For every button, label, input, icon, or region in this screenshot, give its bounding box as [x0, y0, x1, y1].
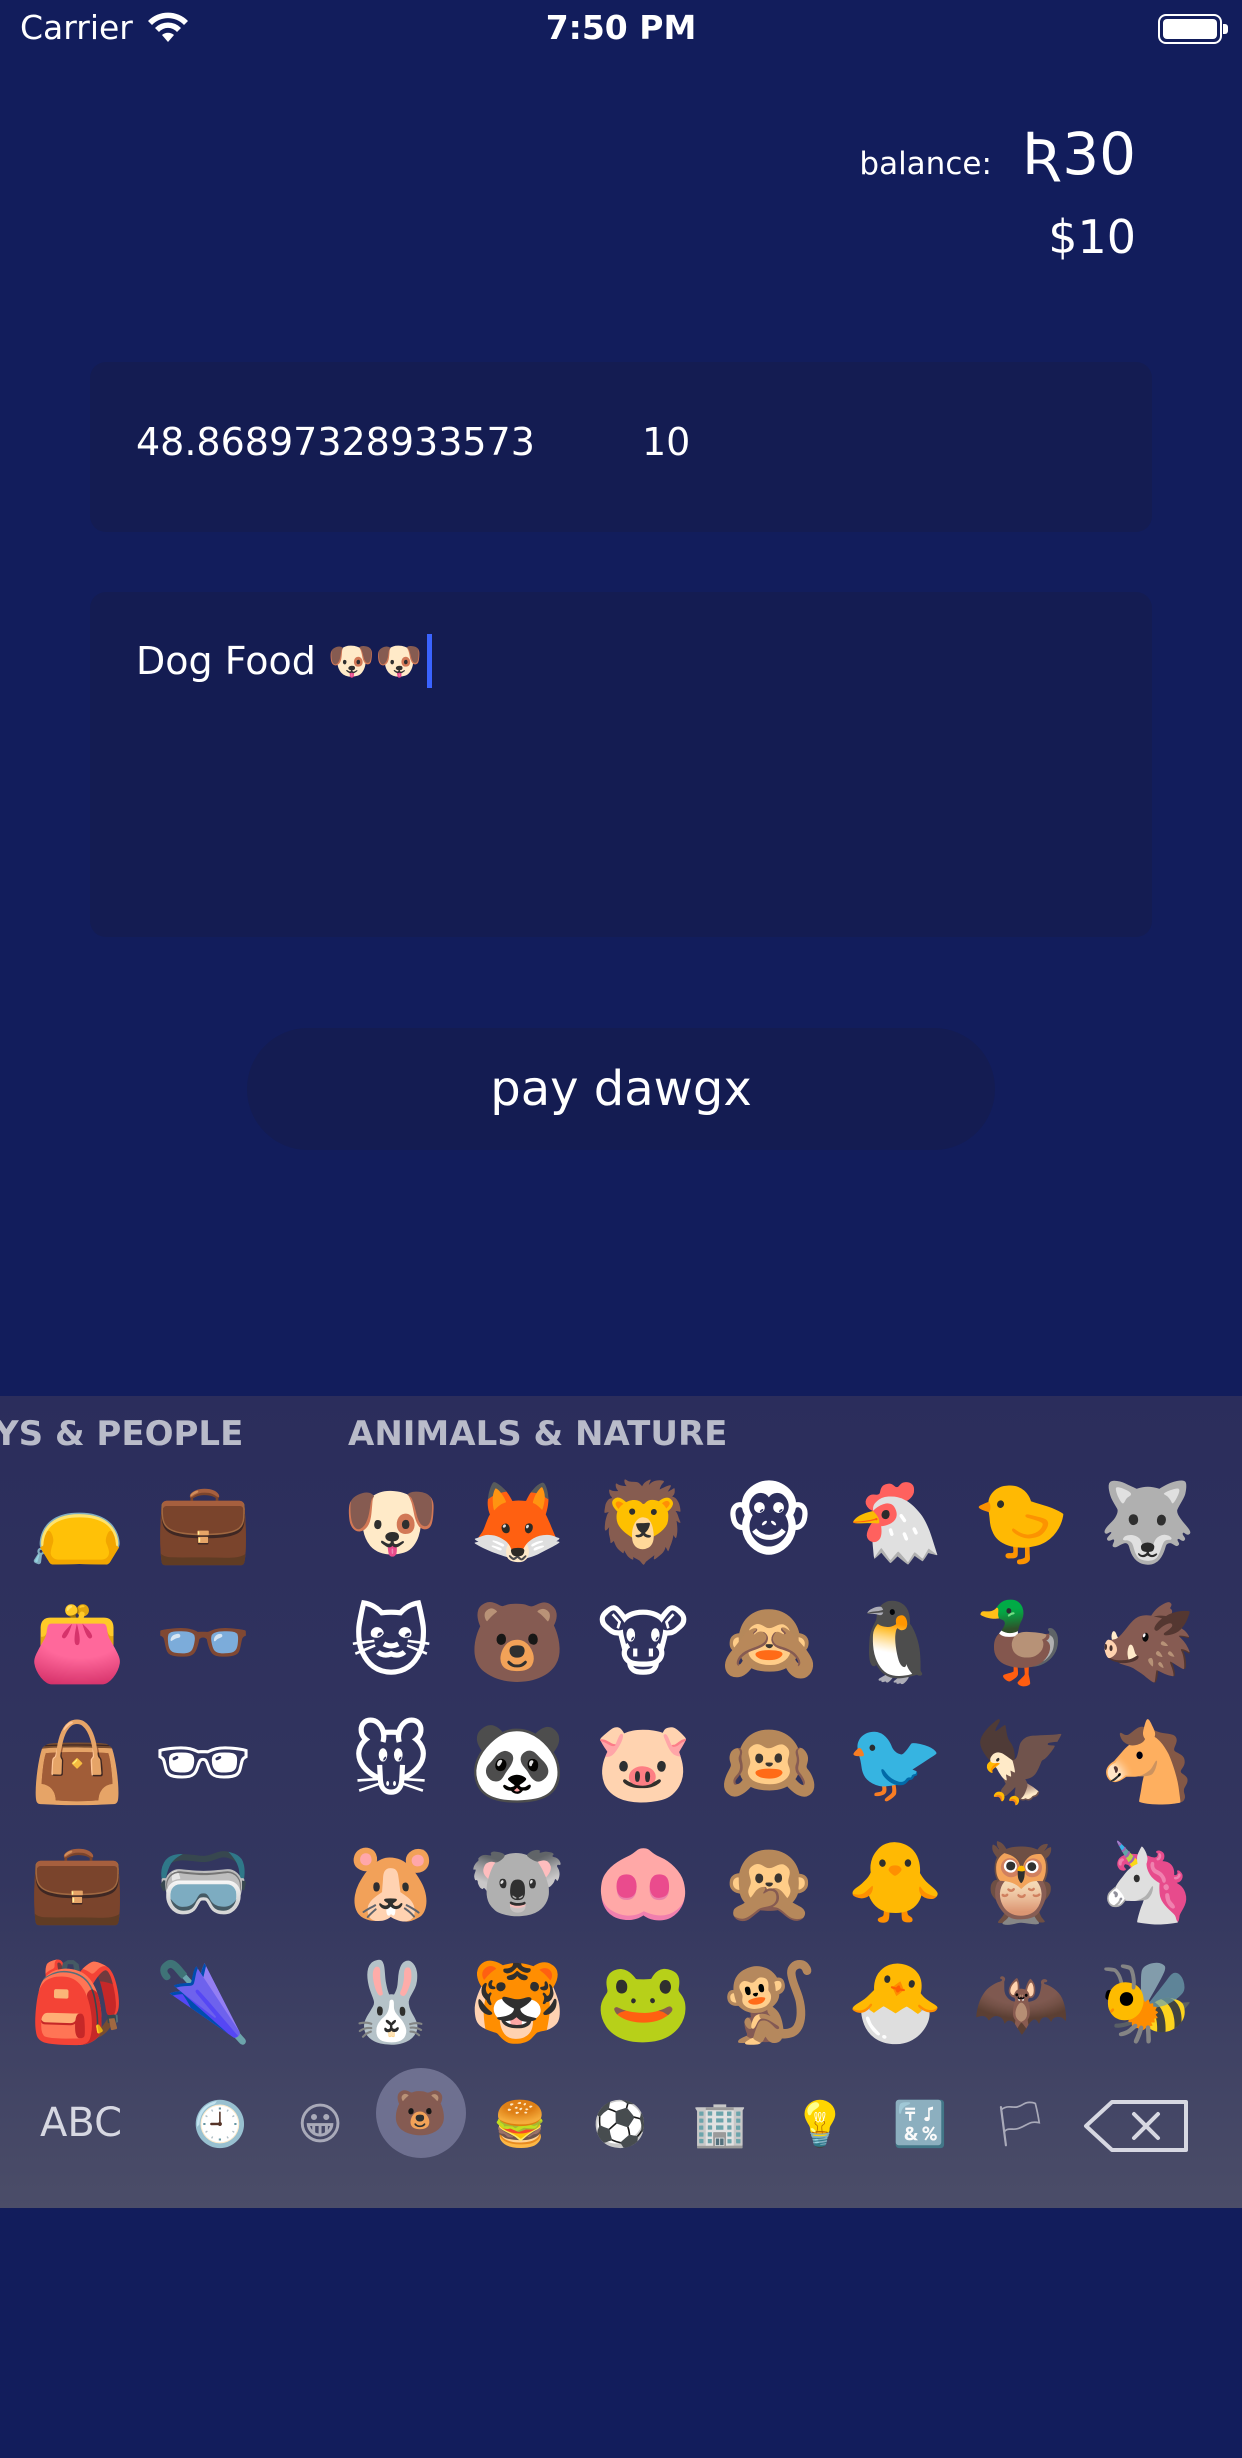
emoji-key[interactable]: 🐦	[840, 1708, 950, 1818]
battery-icon	[1158, 14, 1228, 44]
emoji-key[interactable]: 🐭	[336, 1708, 446, 1818]
emoji-key[interactable]: 💼	[22, 1828, 132, 1938]
emoji-key[interactable]: 🐥	[840, 1828, 950, 1938]
emoji-key[interactable]: 🦄	[1092, 1828, 1202, 1938]
emoji-key[interactable]: 🌂	[148, 1948, 258, 2058]
objects-icon[interactable]: 💡	[780, 2084, 860, 2164]
emoji-key[interactable]: 🙉	[714, 1708, 824, 1818]
status-time: 7:50 PM	[545, 8, 697, 47]
emoji-key[interactable]: 🐔	[840, 1468, 950, 1578]
emoji-key[interactable]: 🦅	[966, 1708, 1076, 1818]
emoji-key[interactable]: 🐽	[588, 1828, 698, 1938]
emoji-key[interactable]: 🐰	[336, 1948, 446, 2058]
emoji-key[interactable]: 🦆	[966, 1588, 1076, 1698]
emoji-key[interactable]: 🦉	[966, 1828, 1076, 1938]
emoji-key[interactable]: 🦊	[462, 1468, 572, 1578]
emoji-key[interactable]: 🙈	[714, 1588, 824, 1698]
memo-text: Dog Food 🐶🐶	[136, 638, 423, 683]
balance-usd: $10	[1048, 210, 1136, 264]
emoji-key[interactable]: 🐵	[714, 1468, 824, 1578]
emoji-keyboard: YS & PEOPLE ANIMALS & NATURE 👝 💼 👛 👓 👜 🕶 💼 🥽 🎒 🌂 🐶…	[0, 1396, 1242, 2208]
emoji-key[interactable]: 🕶	[148, 1708, 258, 1818]
emoji-key[interactable]: 🐨	[462, 1828, 572, 1938]
emoji-key[interactable]: 🐯	[462, 1948, 572, 2058]
emoji-key[interactable]: 🐷	[588, 1708, 698, 1818]
emoji-key[interactable]: 🐻	[462, 1588, 572, 1698]
emoji-key[interactable]: 🐧	[840, 1588, 950, 1698]
emoji-key[interactable]: 🥽	[148, 1828, 258, 1938]
emoji-grid: 👝 💼 👛 👓 👜 🕶 💼 🥽 🎒 🌂 🐶 🦊 🦁 🐵 🐔 🐤 🐺 🐱 🐻 🐮 🙈 🐧 🦆 🐗 🐭 🐼 🐷 🙉 🐦 🦅 🐴 🐹 🐨 🐽 🙊 🐥 🦉 🦄 🐰 🐯…	[0, 1468, 1242, 2458]
emoji-key[interactable]: 🐗	[1092, 1588, 1202, 1698]
emoji-key[interactable]: 🦁	[588, 1468, 698, 1578]
activity-icon[interactable]: ⚽	[580, 2084, 660, 2164]
emoji-key[interactable]: 🐒	[714, 1948, 824, 2058]
food-icon[interactable]: 🍔	[480, 2084, 560, 2164]
recent-icon[interactable]: 🕘	[180, 2084, 260, 2164]
emoji-key[interactable]: 🙊	[714, 1828, 824, 1938]
emoji-key[interactable]: 🐴	[1092, 1708, 1202, 1818]
emoji-key[interactable]: 🐹	[336, 1828, 446, 1938]
emoji-key[interactable]: 🐝	[1092, 1948, 1202, 2058]
category-label-people: YS & PEOPLE	[0, 1414, 244, 1454]
keyboard-toolbar: ABC 🕘 😀 🐻 🍔 ⚽ 🏢 💡 🔣 🏳	[0, 2048, 1242, 2208]
memo-field[interactable]: Dog Food 🐶🐶	[90, 592, 1152, 937]
amount-field[interactable]: 48.86897328933573 10	[90, 362, 1152, 532]
amount-value-right[interactable]: 10	[642, 420, 690, 464]
balance-label: balance:	[859, 146, 992, 182]
emoji-key[interactable]: 🐣	[840, 1948, 950, 2058]
emoji-key[interactable]: 💼	[148, 1468, 258, 1578]
amount-value-left[interactable]: 48.86897328933573	[136, 420, 535, 464]
emoji-key[interactable]: 🐮	[588, 1588, 698, 1698]
flags-icon[interactable]: 🏳	[980, 2084, 1060, 2164]
symbols-icon[interactable]: 🔣	[880, 2084, 960, 2164]
emoji-key[interactable]: 🐼	[462, 1708, 572, 1818]
backspace-icon[interactable]	[1082, 2098, 1192, 2154]
balance-amount: Ʀ30	[1021, 120, 1136, 188]
balance-row: balance: Ʀ30	[859, 120, 1136, 188]
emoji-key[interactable]: 👝	[22, 1468, 132, 1578]
emoji-key[interactable]: 🦇	[966, 1948, 1076, 2058]
pay-button[interactable]: pay dawgx	[247, 1028, 995, 1150]
text-cursor	[426, 634, 432, 688]
emoji-key[interactable]: 🐺	[1092, 1468, 1202, 1578]
emoji-key[interactable]: 👓	[148, 1588, 258, 1698]
emoji-key[interactable]: 👜	[22, 1708, 132, 1818]
category-label-animals: ANIMALS & NATURE	[348, 1414, 728, 1454]
smiley-icon[interactable]: 😀	[280, 2084, 360, 2164]
emoji-key[interactable]: 🐱	[336, 1588, 446, 1698]
memo-text-container[interactable]: Dog Food 🐶🐶	[136, 634, 432, 688]
emoji-key[interactable]: 👛	[22, 1588, 132, 1698]
emoji-key[interactable]: 🐶	[336, 1468, 446, 1578]
travel-icon[interactable]: 🏢	[680, 2084, 760, 2164]
emoji-key[interactable]: 🎒	[22, 1948, 132, 2058]
emoji-key[interactable]: 🐸	[588, 1948, 698, 2058]
status-bar: Carrier 7:50 PM	[0, 0, 1242, 64]
animal-icon[interactable]: 🐻	[380, 2073, 460, 2153]
abc-key[interactable]: ABC	[40, 2100, 122, 2146]
emoji-key[interactable]: 🐤	[966, 1468, 1076, 1578]
